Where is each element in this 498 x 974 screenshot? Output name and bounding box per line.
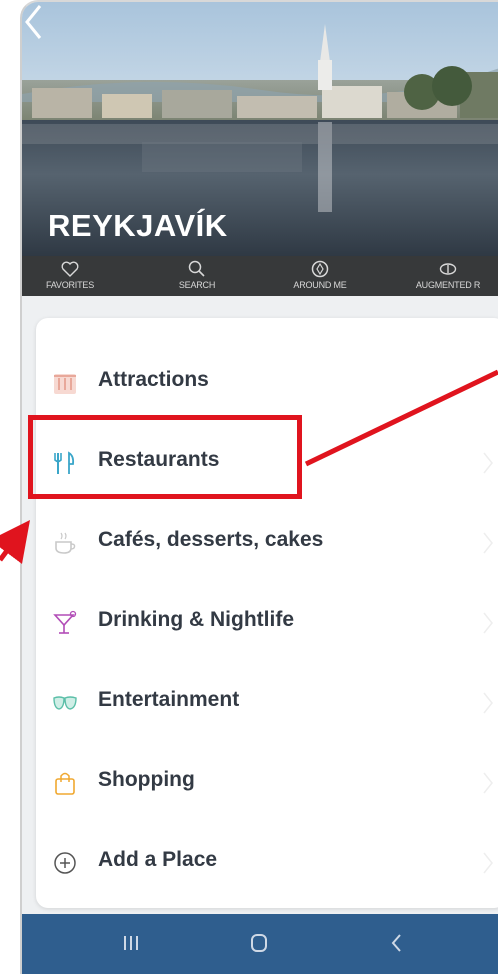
chevron-right-icon bbox=[483, 852, 493, 874]
list-item-label: Shopping bbox=[98, 768, 195, 791]
chevron-right-icon bbox=[483, 452, 493, 474]
coffee-cup-icon bbox=[55, 532, 76, 554]
chevron-right-icon bbox=[483, 692, 493, 714]
theater-masks-icon bbox=[53, 696, 77, 710]
tab-label: FAVORITES bbox=[45, 280, 95, 290]
tab-label: AROUND ME bbox=[293, 280, 347, 290]
tab-augmented-reality[interactable]: AUGMENTED R bbox=[396, 256, 498, 296]
restaurants-highlight-box bbox=[28, 415, 302, 499]
chevron-right-icon bbox=[483, 772, 493, 794]
list-item-shopping[interactable]: Shopping bbox=[36, 742, 498, 822]
list-item-label: Attractions bbox=[98, 368, 209, 391]
list-item-label: Entertainment bbox=[98, 688, 240, 711]
chevron-right-icon bbox=[483, 612, 493, 634]
search-icon bbox=[188, 260, 205, 277]
page-title: REYKJAVÍK bbox=[48, 208, 228, 243]
list-item-add-a-place[interactable]: Add a Place bbox=[36, 822, 498, 902]
home-icon[interactable] bbox=[244, 928, 274, 958]
list-item-entertainment[interactable]: Entertainment bbox=[36, 662, 498, 742]
tab-label: SEARCH bbox=[178, 280, 216, 290]
hero-image: REYKJAVÍK bbox=[22, 2, 498, 256]
list-item-drinking-nightlife[interactable]: Drinking & Nightlife bbox=[36, 582, 498, 662]
eye-icon bbox=[439, 263, 457, 275]
list-item-attractions[interactable]: Attractions bbox=[36, 342, 498, 422]
list-item-cafes[interactable]: Cafés, desserts, cakes bbox=[36, 502, 498, 582]
back-arrow-icon[interactable] bbox=[22, 2, 44, 42]
tab-favorites[interactable]: FAVORITES bbox=[30, 256, 110, 296]
heart-icon bbox=[61, 261, 79, 277]
shopping-bag-icon bbox=[55, 772, 75, 795]
tab-label: AUGMENTED R bbox=[415, 280, 481, 290]
tab-search[interactable]: SEARCH bbox=[162, 256, 232, 296]
top-tab-bar: FAVORITES SEARCH AROUND ME AUGMENTED R bbox=[22, 256, 498, 296]
museum-icon bbox=[54, 374, 76, 394]
system-nav-bar bbox=[22, 914, 498, 974]
cocktail-icon bbox=[53, 610, 77, 634]
compass-icon bbox=[311, 260, 329, 278]
back-icon[interactable] bbox=[382, 928, 412, 958]
plus-circle-icon bbox=[54, 852, 76, 874]
list-item-label: Cafés, desserts, cakes bbox=[98, 528, 324, 551]
list-item-label: Drinking & Nightlife bbox=[98, 608, 294, 631]
chevron-right-icon bbox=[483, 532, 493, 554]
category-list: Attractions Restaurants Cafés, desserts,… bbox=[36, 318, 498, 908]
recent-apps-icon[interactable] bbox=[116, 928, 146, 958]
list-item-label: Add a Place bbox=[98, 848, 218, 871]
tab-around-me[interactable]: AROUND ME bbox=[280, 256, 360, 296]
